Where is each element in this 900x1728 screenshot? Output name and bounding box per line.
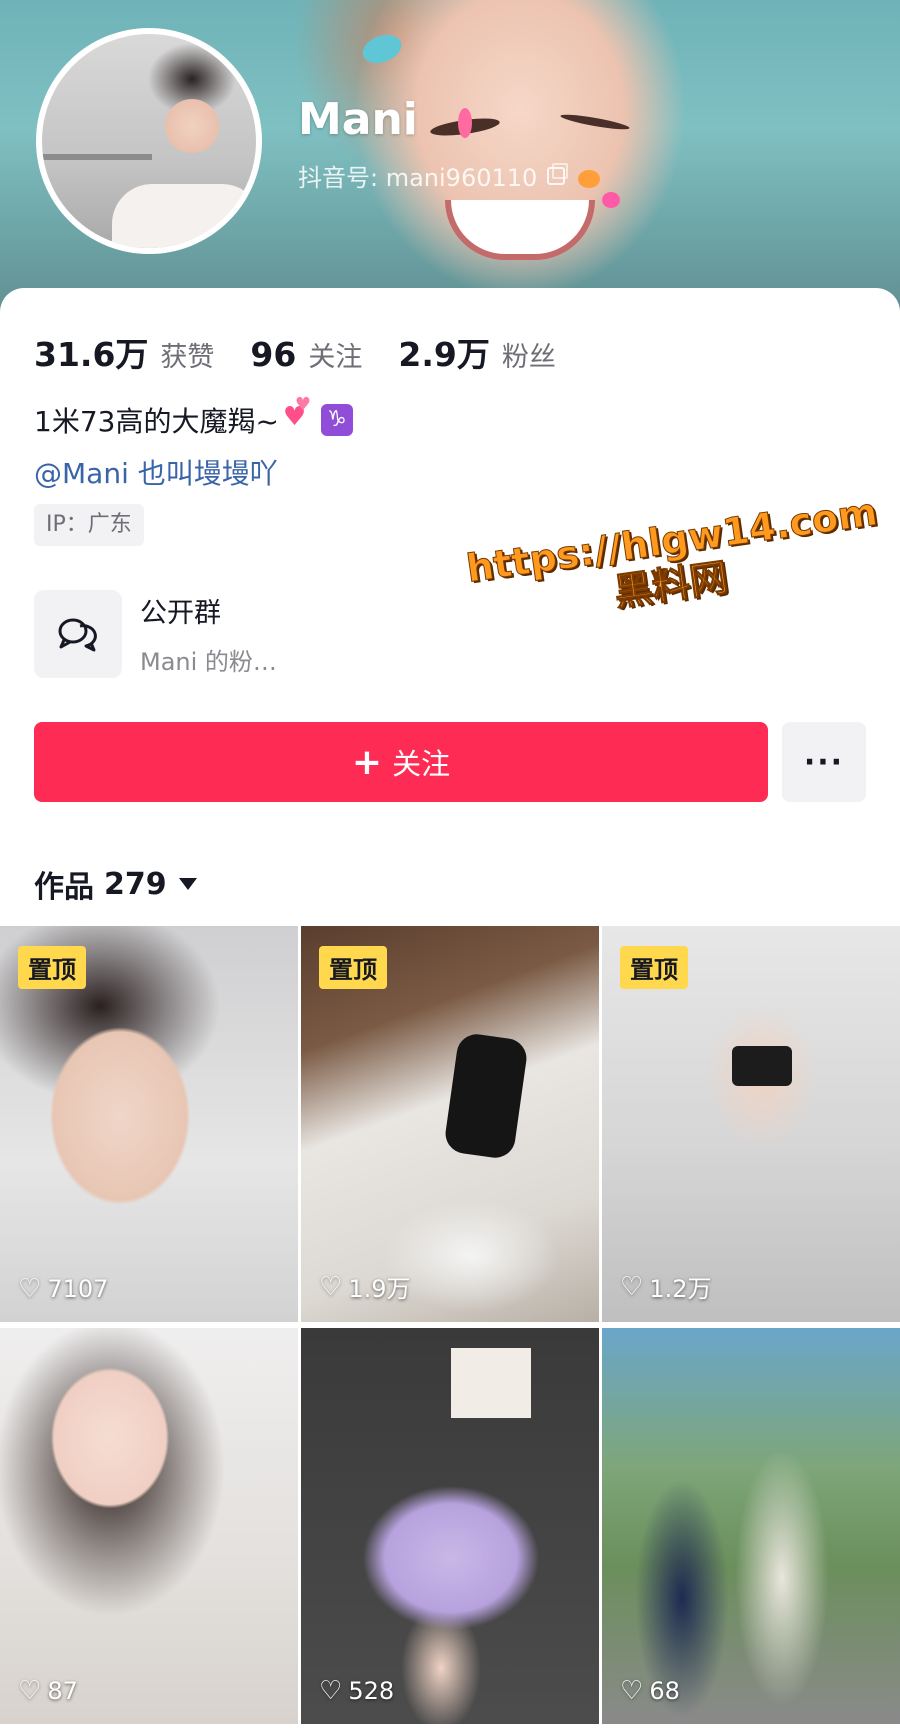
stat-value: 96: [250, 335, 297, 374]
more-button[interactable]: ···: [782, 722, 866, 802]
copy-icon[interactable]: [547, 162, 569, 185]
pinned-badge: 置顶: [319, 946, 387, 989]
like-count-text: 1.9万: [348, 1275, 411, 1303]
video-tile[interactable]: 置顶 ♡ 1.9万: [301, 926, 599, 1322]
stat-followers[interactable]: 2.9万 粉丝: [398, 328, 555, 376]
bio-line: 1米73高的大魔羯~ ♑: [34, 394, 353, 440]
profile-card: 31.6万 获赞 96 关注 2.9万 粉丝 1米73高的大魔羯~ ♑ @Man…: [0, 288, 900, 928]
group-icon-box: [34, 590, 122, 678]
avatar-art: [42, 154, 152, 160]
two-hearts-icon: [283, 394, 313, 434]
video-tile[interactable]: ♡ 528: [301, 1328, 599, 1724]
heart-outline-icon: ♡: [620, 1271, 644, 1302]
plus-icon: +: [351, 741, 383, 783]
bio-text: 1米73高的大魔羯~: [34, 405, 279, 438]
avatar-art: [112, 184, 256, 248]
like-count-text: 68: [649, 1677, 680, 1705]
works-count: 279: [104, 866, 167, 902]
like-count-text: 528: [348, 1677, 395, 1705]
fan-group-entry[interactable]: 公开群 Mani 的粉…: [34, 590, 277, 678]
heart-outline-icon: ♡: [18, 1274, 42, 1304]
stat-label: 粉丝: [501, 342, 556, 373]
chat-bubbles-icon: [58, 618, 97, 652]
tile-art: [451, 1348, 531, 1418]
follow-label: 关注: [392, 747, 451, 781]
stat-value: 2.9万: [398, 335, 490, 374]
pinned-badge: 置顶: [18, 946, 86, 989]
works-grid: 置顶 ♡ 7107 置顶 ♡ 1.9万 置顶 ♡ 1.2万 ♡ 87 ♡ 528: [0, 926, 900, 1728]
ip-badge: IP：广东: [34, 504, 144, 546]
profile-stats: 31.6万 获赞 96 关注 2.9万 粉丝: [34, 328, 592, 376]
stat-label: 获赞: [160, 342, 215, 373]
group-title: 公开群: [140, 598, 221, 629]
like-count: ♡ 528: [319, 1676, 394, 1706]
stat-value: 31.6万: [34, 335, 149, 374]
stat-following[interactable]: 96 关注: [250, 335, 362, 374]
video-tile[interactable]: 置顶 ♡ 1.2万: [602, 926, 900, 1322]
like-count: ♡ 87: [18, 1676, 78, 1706]
banner-art: [458, 108, 472, 138]
caret-down-icon: [178, 878, 197, 890]
like-count: ♡ 68: [620, 1676, 680, 1706]
follow-button[interactable]: + 关注: [34, 722, 768, 802]
like-count-text: 87: [47, 1677, 78, 1705]
banner-art: [445, 200, 595, 260]
profile-name: Mani: [298, 94, 418, 145]
stat-likes[interactable]: 31.6万 获赞: [34, 328, 214, 376]
banner-art: [358, 29, 406, 69]
heart-outline-icon: ♡: [18, 1676, 42, 1706]
like-count: ♡ 1.2万: [620, 1269, 711, 1304]
banner-art: [559, 111, 631, 133]
capricorn-icon: ♑: [320, 404, 353, 436]
tab-works[interactable]: 作品 279: [34, 862, 197, 906]
banner-art: [602, 192, 620, 208]
watermark: https://hlgw14.com 黑料网: [463, 489, 880, 635]
works-label: 作品: [34, 870, 94, 905]
avatar[interactable]: [36, 28, 262, 254]
like-count-text: 1.2万: [649, 1275, 712, 1303]
douyin-id-text: 抖音号: mani960110: [298, 164, 538, 192]
like-count: ♡ 1.9万: [319, 1269, 410, 1304]
tile-art: [442, 1031, 530, 1161]
tile-art: [732, 1046, 792, 1086]
video-tile[interactable]: ♡ 68: [602, 1328, 900, 1724]
heart-outline-icon: ♡: [319, 1271, 343, 1302]
banner-art: [578, 170, 600, 188]
stat-label: 关注: [308, 342, 363, 373]
like-count: ♡ 7107: [18, 1274, 108, 1304]
video-tile[interactable]: ♡ 87: [0, 1328, 298, 1724]
video-tile[interactable]: 置顶 ♡ 7107: [0, 926, 298, 1322]
mention-link[interactable]: @Mani 也叫墁墁吖: [34, 452, 278, 492]
pinned-badge: 置顶: [620, 946, 688, 989]
group-subtitle: Mani 的粉…: [140, 648, 277, 676]
like-count-text: 7107: [47, 1275, 109, 1303]
douyin-id[interactable]: 抖音号: mani960110: [298, 158, 569, 193]
heart-outline-icon: ♡: [319, 1676, 343, 1706]
heart-outline-icon: ♡: [620, 1676, 644, 1706]
